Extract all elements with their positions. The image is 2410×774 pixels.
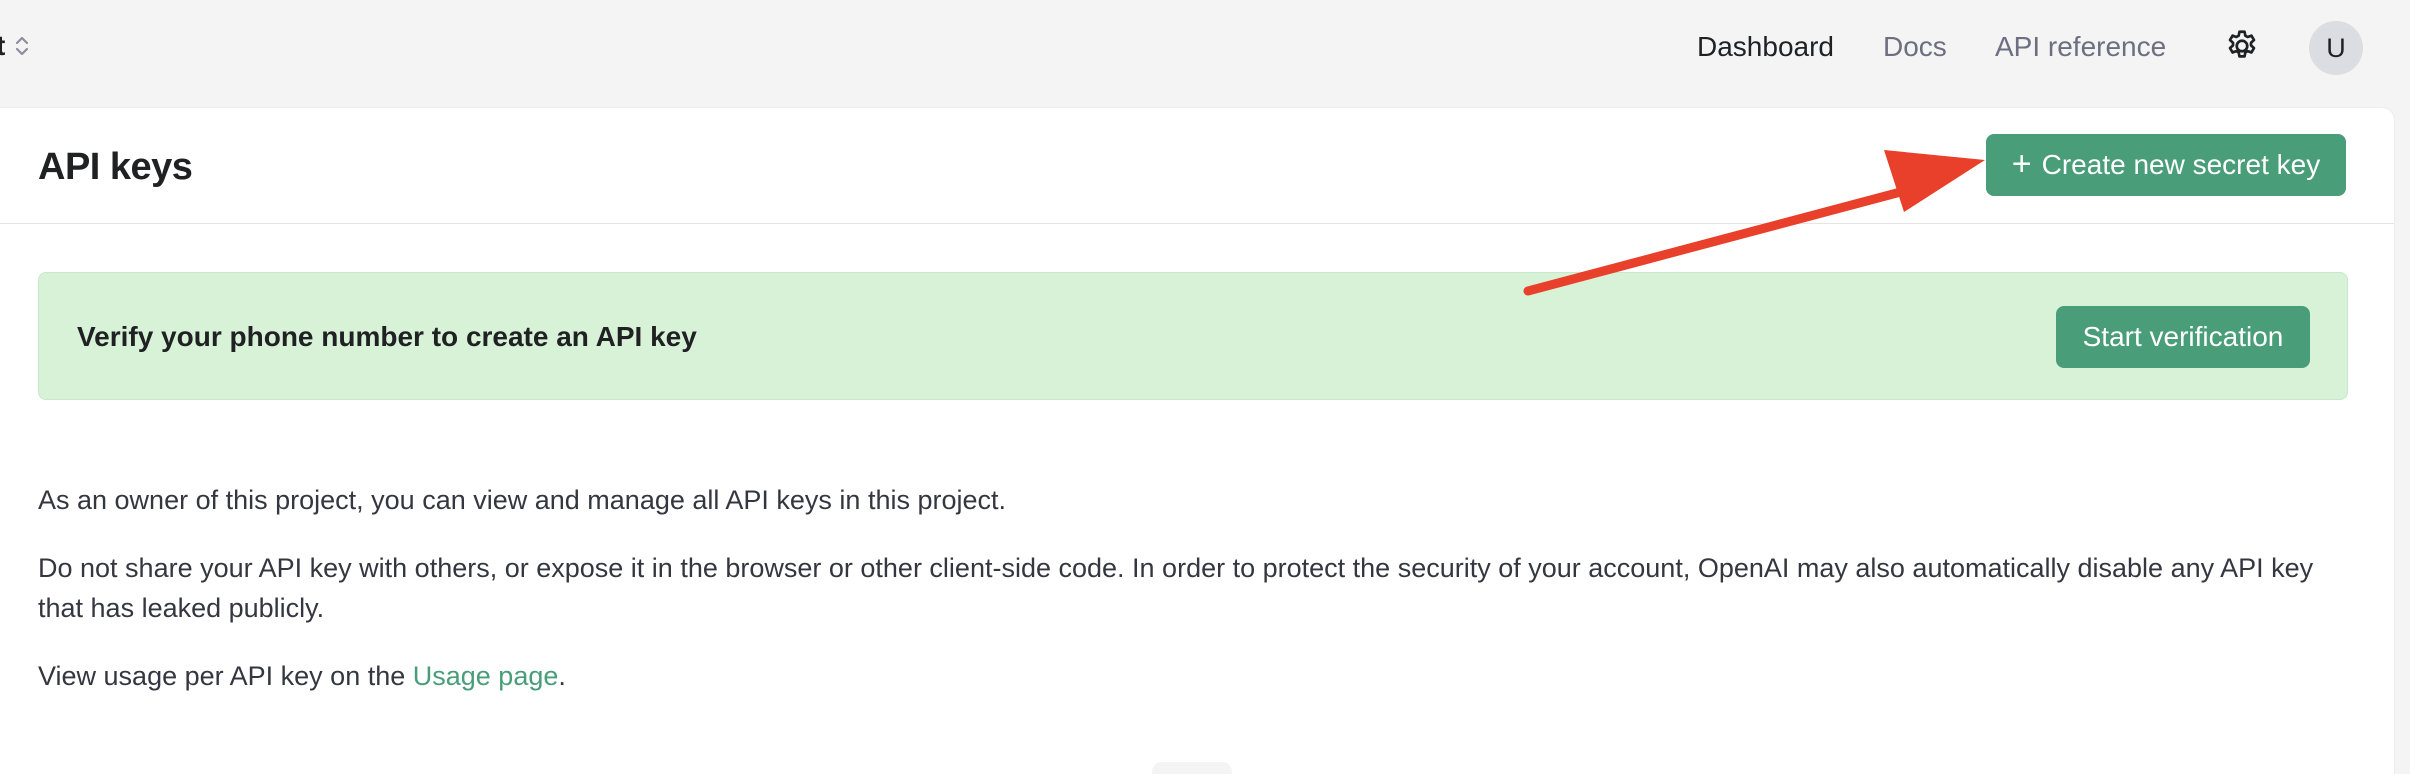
project-name: t [0,30,6,61]
gear-icon[interactable] [2224,28,2260,64]
scroll-indicator [1152,762,1232,774]
top-navigation-bar: t Dashboard Docs API reference U [0,0,2410,100]
nav-docs[interactable]: Docs [1883,31,1947,63]
create-button-label: Create new secret key [2041,149,2321,180]
page-title: API keys [38,146,193,188]
verify-phone-banner: Verify your phone number to create an AP… [38,272,2348,400]
chevron-up-down-icon [13,33,31,59]
usage-info-text: View usage per API key on the Usage page… [38,656,2348,696]
panel-header: API keys + Create new secret key [0,108,2394,224]
nav-dashboard[interactable]: Dashboard [1697,31,1834,63]
owner-info-text: As an owner of this project, you can vie… [38,485,1007,515]
avatar-initial: U [2326,32,2346,63]
usage-text-prefix: View usage per API key on the [38,661,413,691]
api-keys-panel: API keys + Create new secret key Verify … [0,108,2394,774]
create-new-secret-key-button[interactable]: + Create new secret key [1986,134,2346,196]
usage-text-suffix: . [558,661,566,691]
user-avatar[interactable]: U [2309,21,2363,75]
nav-api-reference[interactable]: API reference [1995,31,2166,63]
usage-page-link[interactable]: Usage page [413,661,559,691]
start-verification-button[interactable]: Start verification [2056,306,2310,368]
security-warning-text: Do not share your API key with others, o… [38,553,2314,623]
verify-banner-text: Verify your phone number to create an AP… [77,321,697,352]
project-switcher[interactable]: t [0,30,31,62]
plus-icon: + [2011,144,2032,183]
